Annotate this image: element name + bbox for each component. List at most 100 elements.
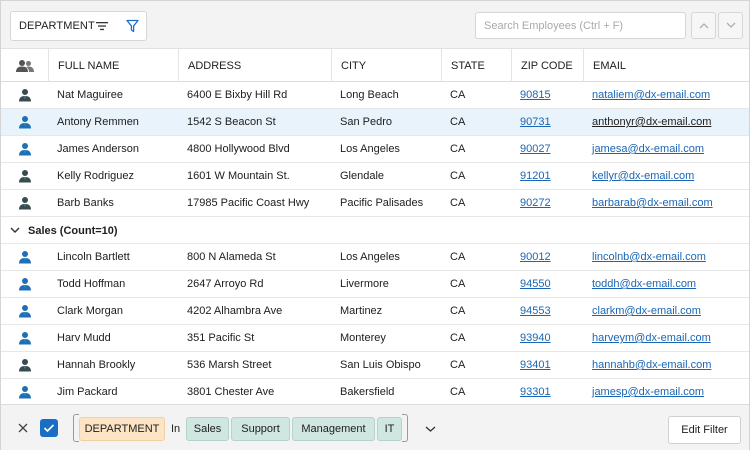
cell-name[interactable]: Harv Mudd [48,325,179,351]
cell-name[interactable]: Clark Morgan [48,298,179,324]
cell-email[interactable]: nataliem@dx-email.com [583,82,749,108]
table-row[interactable]: Antony Remmen 1542 S Beacon St San Pedro CA… [1,109,749,136]
cell-email[interactable]: toddh@dx-email.com [583,271,749,297]
enable-filter-checkbox[interactable] [40,419,58,437]
close-icon[interactable] [16,421,30,435]
cell-city[interactable]: Long Beach [331,82,442,108]
table-row[interactable]: Harv Mudd 351 Pacific St Monterey CA 93940 ha… [1,325,749,352]
email-link[interactable]: harveym@dx-email.com [592,332,711,344]
funnel-icon[interactable] [126,19,139,33]
cell-email[interactable]: clarkm@dx-email.com [583,298,749,324]
cell-city[interactable]: San Pedro [331,109,442,135]
find-previous-button[interactable] [691,12,716,39]
cell-name[interactable]: Hannah Brookly [48,352,179,378]
cell-zip[interactable]: 90272 [511,190,584,216]
cell-city[interactable]: Los Angeles [331,136,442,162]
table-row[interactable]: Barb Banks 17985 Pacific Coast Hwy Pacific… [1,190,749,217]
zip-link[interactable]: 93301 [520,386,551,398]
cell-address[interactable]: 17985 Pacific Coast Hwy [178,190,332,216]
filter-value-chip[interactable]: Management [292,417,375,441]
group-by-department-chip[interactable]: DEPARTMENT [10,11,147,41]
cell-address[interactable]: 1542 S Beacon St [178,109,332,135]
zip-link[interactable]: 94553 [520,305,551,317]
table-row[interactable]: Todd Hoffman 2647 Arroyo Rd Livermore CA 945… [1,271,749,298]
email-link[interactable]: jamesa@dx-email.com [592,143,704,155]
cell-email[interactable]: barbarab@dx-email.com [583,190,749,216]
zip-link[interactable]: 91201 [520,170,551,182]
cell-state[interactable]: CA [441,109,512,135]
column-header-zip-code[interactable]: ZIP CODE [511,49,584,82]
cell-name[interactable]: James Anderson [48,136,179,162]
avatar-cell[interactable] [1,352,49,378]
email-link[interactable]: nataliem@dx-email.com [592,89,710,101]
cell-city[interactable]: Martinez [331,298,442,324]
cell-address[interactable]: 6400 E Bixby Hill Rd [178,82,332,108]
cell-email[interactable]: anthonyr@dx-email.com [583,109,749,135]
cell-state[interactable]: CA [441,325,512,351]
cell-state[interactable]: CA [441,244,512,270]
filter-value-chip[interactable]: Support [231,417,290,441]
cell-state[interactable]: CA [441,352,512,378]
sort-lines-icon[interactable] [96,20,108,32]
cell-city[interactable]: Pacific Palisades [331,190,442,216]
table-row[interactable]: James Anderson 4800 Hollywood Blvd Los Ang… [1,136,749,163]
cell-zip[interactable]: 94553 [511,298,584,324]
zip-link[interactable]: 90012 [520,251,551,263]
cell-name[interactable]: Todd Hoffman [48,271,179,297]
cell-zip[interactable]: 90731 [511,109,584,135]
cell-name[interactable]: Barb Banks [48,190,179,216]
avatar-cell[interactable] [1,136,49,162]
column-header-full-name[interactable]: FULL NAME [48,49,179,82]
cell-zip[interactable]: 90815 [511,82,584,108]
cell-address[interactable]: 4202 Alhambra Ave [178,298,332,324]
column-header-address[interactable]: ADDRESS [178,49,332,82]
cell-address[interactable]: 1601 W Mountain St. [178,163,332,189]
filter-value-chip[interactable]: Sales [186,417,229,441]
table-row[interactable]: Hannah Brookly 536 Marsh Street San Luis O… [1,352,749,379]
email-link[interactable]: clarkm@dx-email.com [592,305,701,317]
cell-city[interactable]: San Luis Obispo [331,352,442,378]
avatar-cell[interactable] [1,271,49,297]
cell-state[interactable]: CA [441,379,512,405]
cell-state[interactable]: CA [441,271,512,297]
column-header-city[interactable]: CITY [331,49,442,82]
cell-email[interactable]: jamesp@dx-email.com [583,379,749,405]
avatar-cell[interactable] [1,325,49,351]
search-input[interactable] [475,12,686,39]
group-row-sales[interactable]: Sales (Count=10) [1,217,749,244]
cell-zip[interactable]: 94550 [511,271,584,297]
cell-address[interactable]: 536 Marsh Street [178,352,332,378]
cell-zip[interactable]: 93940 [511,325,584,351]
cell-city[interactable]: Los Angeles [331,244,442,270]
cell-state[interactable]: CA [441,298,512,324]
cell-email[interactable]: lincolnb@dx-email.com [583,244,749,270]
zip-link[interactable]: 94550 [520,278,551,290]
email-link[interactable]: jamesp@dx-email.com [592,386,704,398]
cell-email[interactable]: harveym@dx-email.com [583,325,749,351]
email-link[interactable]: lincolnb@dx-email.com [592,251,706,263]
cell-state[interactable]: CA [441,163,512,189]
cell-zip[interactable]: 93301 [511,379,584,405]
table-row[interactable]: Clark Morgan 4202 Alhambra Ave Martinez CA 9… [1,298,749,325]
cell-email[interactable]: kellyr@dx-email.com [583,163,749,189]
cell-city[interactable]: Monterey [331,325,442,351]
cell-name[interactable]: Lincoln Bartlett [48,244,179,270]
cell-state[interactable]: CA [441,190,512,216]
cell-city[interactable]: Bakersfield [331,379,442,405]
filter-field-chip[interactable]: DEPARTMENT [79,417,165,441]
avatar-cell[interactable] [1,82,49,108]
cell-email[interactable]: hannahb@dx-email.com [583,352,749,378]
email-link[interactable]: barbarab@dx-email.com [592,197,713,209]
email-link[interactable]: anthonyr@dx-email.com [592,116,711,128]
cell-city[interactable]: Glendale [331,163,442,189]
cell-address[interactable]: 3801 Chester Ave [178,379,332,405]
cell-name[interactable]: Antony Remmen [48,109,179,135]
filter-operator[interactable]: In [171,417,180,441]
chevron-down-icon[interactable] [425,425,436,433]
table-row[interactable]: Lincoln Bartlett 800 N Alameda St Los Ange… [1,244,749,271]
email-link[interactable]: toddh@dx-email.com [592,278,696,290]
table-row[interactable]: Nat Maguiree 6400 E Bixby Hill Rd Long Bea… [1,82,749,109]
avatar-cell[interactable] [1,298,49,324]
filter-value-chip[interactable]: IT [377,417,402,441]
zip-link[interactable]: 90731 [520,116,551,128]
